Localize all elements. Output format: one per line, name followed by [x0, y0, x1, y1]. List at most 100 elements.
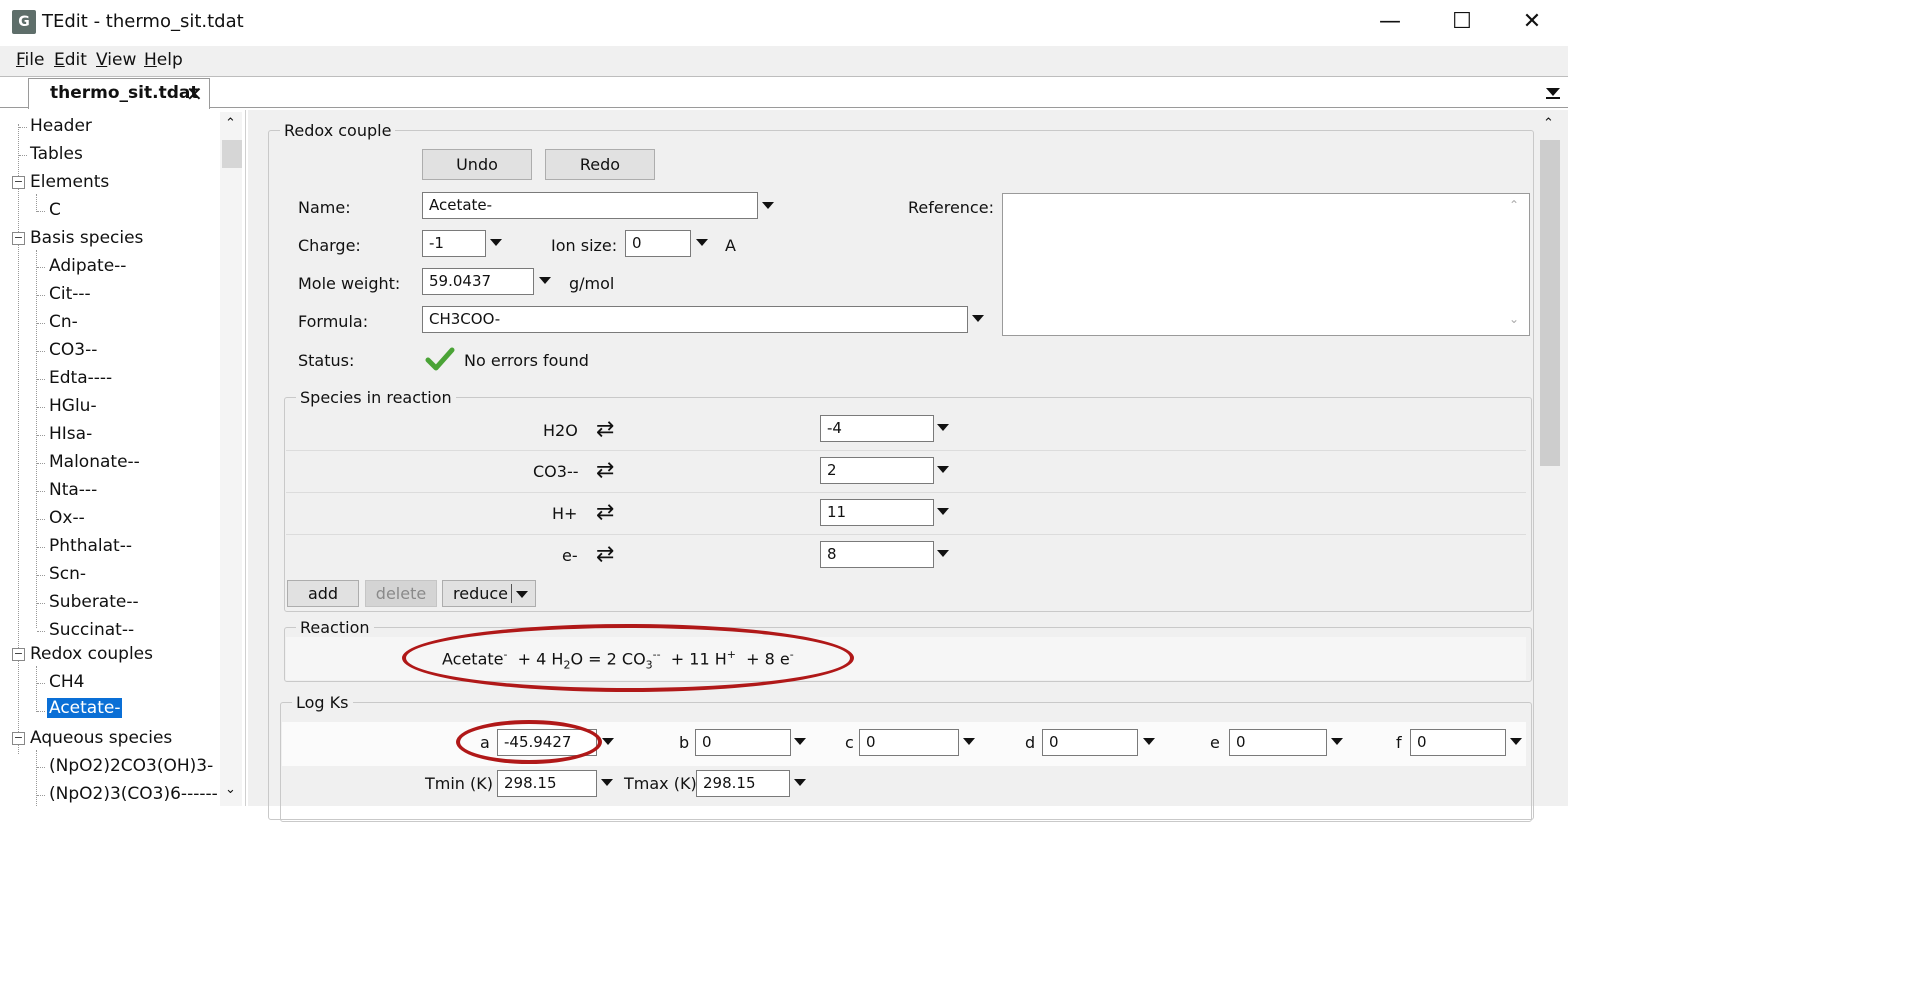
menu-edit[interactable]: Edit	[54, 50, 87, 70]
menu-file[interactable]: File	[16, 50, 44, 70]
tree-item-aqueous[interactable]: (NpO2)3(CO3)6------	[49, 784, 218, 804]
status-label: Status:	[298, 351, 355, 370]
tree-item-redox-couples[interactable]: Redox couples	[30, 644, 153, 664]
tree-item-redox[interactable]: CH4	[49, 672, 84, 692]
coefficient-field[interactable]: -4	[820, 415, 934, 442]
collapse-icon[interactable]: −	[12, 176, 25, 189]
reference-label: Reference:	[908, 198, 994, 217]
coef-c-dropdown-icon[interactable]	[963, 738, 975, 745]
reaction-title: Reaction	[296, 618, 374, 637]
reference-textarea[interactable]	[1002, 193, 1530, 336]
tree-scroll-thumb[interactable]	[222, 140, 242, 168]
exchange-icon[interactable]: ⇄	[596, 458, 614, 483]
maximize-button[interactable]: ☐	[1442, 8, 1482, 36]
tree-item-basis[interactable]: Phthalat--	[49, 536, 132, 556]
coef-b-dropdown-icon[interactable]	[794, 738, 806, 745]
coef-b-label: b	[679, 733, 690, 752]
charge-field[interactable]: -1	[422, 230, 486, 257]
coef-f-dropdown-icon[interactable]	[1510, 738, 1522, 745]
species-name: CO3--	[533, 462, 579, 481]
tmax-label: Tmax (K)	[624, 774, 697, 793]
tree-item-element-c[interactable]: C	[49, 200, 61, 220]
formula-label: Formula:	[298, 312, 369, 331]
coef-e-dropdown-icon[interactable]	[1331, 738, 1343, 745]
tree-scrollbar[interactable]	[220, 112, 242, 806]
coef-c-field[interactable]: 0	[859, 729, 959, 756]
close-window-button[interactable]: ✕	[1512, 8, 1552, 36]
tree-item-basis[interactable]: Nta---	[49, 480, 97, 500]
redo-button[interactable]: Redo	[545, 149, 655, 180]
tmin-field[interactable]: 298.15	[497, 770, 597, 797]
tree-item-basis[interactable]: Succinat--	[49, 620, 134, 640]
scroll-up-icon[interactable]: ⌃	[225, 116, 236, 131]
exchange-icon[interactable]: ⇄	[596, 417, 614, 442]
tree-item-basis[interactable]: Edta----	[49, 368, 112, 388]
exchange-icon[interactable]: ⇄	[596, 500, 614, 525]
tree-item-tables[interactable]: Tables	[30, 144, 83, 164]
scroll-down-icon[interactable]: ⌄	[225, 782, 236, 797]
menu-view[interactable]: View	[96, 50, 136, 70]
ion-size-field[interactable]: 0	[625, 230, 691, 257]
ion-size-dropdown-icon[interactable]	[696, 239, 708, 246]
mole-weight-field[interactable]: 59.0437	[422, 268, 534, 295]
coef-f-field[interactable]: 0	[1410, 729, 1506, 756]
tab-strip	[0, 76, 1568, 108]
species-name: e-	[562, 546, 578, 565]
tree-item-basis[interactable]: Scn-	[49, 564, 86, 584]
tmax-field[interactable]: 298.15	[696, 770, 790, 797]
coef-a-dropdown-icon[interactable]	[602, 738, 614, 745]
tree-item-basis[interactable]: HGlu-	[49, 396, 97, 416]
collapse-icon[interactable]: −	[12, 648, 25, 661]
exchange-icon[interactable]: ⇄	[596, 542, 614, 567]
coefficient-field[interactable]: 11	[820, 499, 934, 526]
tree-item-aqueous[interactable]: (NpO2)2CO3(OH)3-	[49, 756, 213, 776]
tree-item-elements[interactable]: Elements	[30, 172, 109, 192]
tmin-dropdown-icon[interactable]	[601, 779, 613, 786]
tree-item-redox-selected[interactable]: Acetate-	[47, 698, 123, 718]
tree-item-basis[interactable]: Cn-	[49, 312, 78, 332]
mole-weight-dropdown-icon[interactable]	[539, 277, 551, 284]
formula-dropdown-icon[interactable]	[972, 315, 984, 322]
name-field[interactable]: Acetate-	[422, 192, 758, 219]
tree-item-basis[interactable]: Adipate--	[49, 256, 126, 276]
formula-field[interactable]: CH3COO-	[422, 306, 968, 333]
coefficient-dropdown-icon[interactable]	[937, 550, 949, 557]
coefficient-dropdown-icon[interactable]	[937, 424, 949, 431]
undo-button[interactable]: Undo	[422, 149, 532, 180]
tab-list-dropdown-icon[interactable]	[1543, 84, 1563, 102]
coefficient-field[interactable]: 8	[820, 541, 934, 568]
menu-help[interactable]: Help	[144, 50, 183, 70]
tree-item-basis[interactable]: Suberate--	[49, 592, 139, 612]
coef-b-field[interactable]: 0	[695, 729, 791, 756]
mole-weight-label: Mole weight:	[298, 274, 401, 293]
scroll-up-icon[interactable]: ⌃	[1543, 116, 1554, 131]
reduce-split-button[interactable]: reduce	[442, 580, 536, 607]
tree-item-basis[interactable]: Cit---	[49, 284, 91, 304]
coef-d-dropdown-icon[interactable]	[1143, 738, 1155, 745]
coefficient-field[interactable]: 2	[820, 457, 934, 484]
coef-d-field[interactable]: 0	[1042, 729, 1138, 756]
mole-weight-unit: g/mol	[569, 274, 615, 293]
tree-item-aqueous-species[interactable]: Aqueous species	[30, 728, 172, 748]
tmax-dropdown-icon[interactable]	[794, 779, 806, 786]
add-button[interactable]: add	[287, 580, 359, 607]
coefficient-dropdown-icon[interactable]	[937, 466, 949, 473]
reduce-dropdown-icon[interactable]	[516, 591, 528, 598]
delete-button[interactable]: delete	[365, 580, 437, 607]
editor-scroll-thumb[interactable]	[1540, 140, 1560, 466]
tree-item-basis[interactable]: CO3--	[49, 340, 97, 360]
minimize-button[interactable]: —	[1370, 8, 1410, 36]
tab-close-icon[interactable]: ✕	[186, 82, 203, 106]
coef-e-field[interactable]: 0	[1229, 729, 1327, 756]
tree-item-basis[interactable]: Ox--	[49, 508, 85, 528]
charge-dropdown-icon[interactable]	[490, 239, 502, 246]
tree-item-basis-species[interactable]: Basis species	[30, 228, 143, 248]
tree-item-header[interactable]: Header	[30, 116, 92, 136]
name-dropdown-icon[interactable]	[762, 202, 774, 209]
tmin-label: Tmin (K)	[425, 774, 494, 793]
coefficient-dropdown-icon[interactable]	[937, 508, 949, 515]
collapse-icon[interactable]: −	[12, 732, 25, 745]
tree-item-basis[interactable]: HIsa-	[49, 424, 92, 444]
tree-item-basis[interactable]: Malonate--	[49, 452, 140, 472]
collapse-icon[interactable]: −	[12, 232, 25, 245]
